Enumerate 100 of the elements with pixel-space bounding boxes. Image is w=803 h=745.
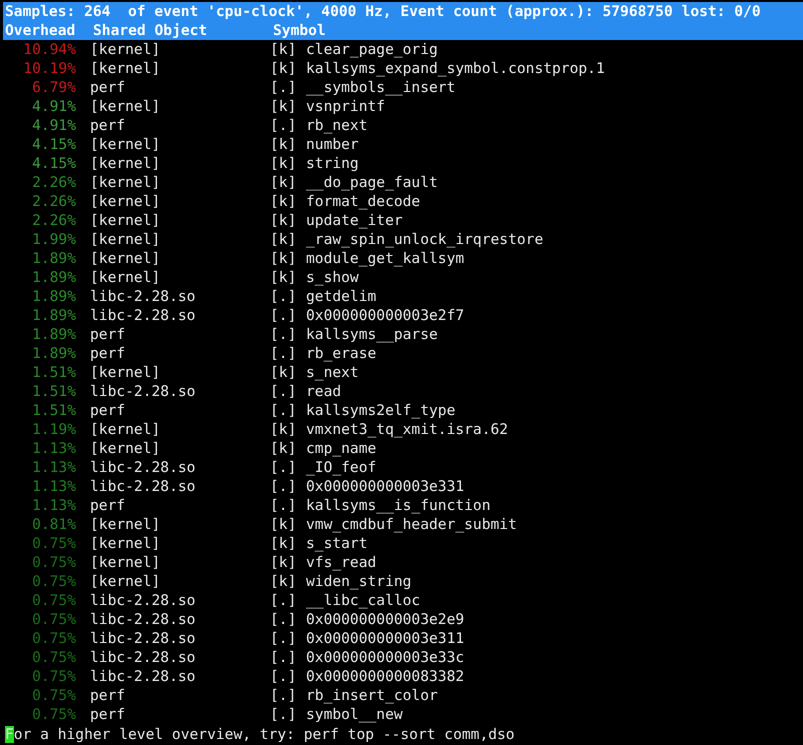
symbol-type: [k] <box>270 97 298 116</box>
symbol-type: [.] <box>270 610 298 629</box>
symbol-name: _IO_feof <box>306 458 376 477</box>
symbol-name: update_iter <box>306 211 403 230</box>
overhead-value: 1.89% <box>31 325 76 344</box>
symbol-type: [k] <box>270 192 298 211</box>
symbol-type: [.] <box>270 401 298 420</box>
shared-object: libc-2.28.so <box>90 477 196 496</box>
symbol-name: vmxnet3_tq_xmit.isra.62 <box>306 420 508 439</box>
symbol-type: [.] <box>270 591 298 610</box>
symbol-name: __do_page_fault <box>306 173 438 192</box>
symbol-type: [k] <box>270 534 298 553</box>
overhead-value: 1.89% <box>31 268 76 287</box>
shared-object: [kernel] <box>90 40 162 59</box>
symbol-type: [k] <box>270 59 298 78</box>
symbol-name: 0x000000000003e331 <box>306 477 464 496</box>
symbol-type: [k] <box>270 553 298 572</box>
overhead-value: 0.75% <box>31 534 76 553</box>
symbol-name: module_get_kallsym <box>306 249 464 268</box>
symbol-name: kallsyms2elf_type <box>306 401 456 420</box>
symbol-type: [.] <box>270 648 298 667</box>
overhead-value: 1.89% <box>31 249 76 268</box>
symbol-type: [k] <box>270 249 298 268</box>
shared-object: [kernel] <box>90 515 162 534</box>
symbol-name: __libc_calloc <box>306 591 420 610</box>
symbol-type: [.] <box>270 458 298 477</box>
shared-object: [kernel] <box>90 59 162 78</box>
symbol-name: vfs_read <box>306 553 376 572</box>
shared-object: libc-2.28.so <box>90 382 196 401</box>
symbol-type: [.] <box>270 496 298 515</box>
symbol-name: number <box>306 135 359 154</box>
symbol-name: kallsyms__parse <box>306 325 438 344</box>
symbol-type: [.] <box>270 78 298 97</box>
shared-object: [kernel] <box>90 572 162 591</box>
column-header: Overhead <box>4 21 76 40</box>
shared-object: perf <box>90 705 126 724</box>
shared-object: [kernel] <box>90 192 162 211</box>
shared-object: perf <box>90 116 126 135</box>
overhead-value: 6.79% <box>31 78 76 97</box>
overhead-value: 0.75% <box>31 629 76 648</box>
shared-object: [kernel] <box>90 211 162 230</box>
symbol-type: [k] <box>270 173 298 192</box>
overhead-value: 1.51% <box>31 382 76 401</box>
symbol-name: 0x000000000003e2e9 <box>306 610 464 629</box>
symbol-type: [k] <box>270 420 298 439</box>
shared-object: libc-2.28.so <box>90 591 196 610</box>
shared-object: libc-2.28.so <box>90 287 196 306</box>
overhead-value: 2.26% <box>31 192 76 211</box>
samples-summary: Samples: 264 of event 'cpu-clock', 4000 Hz, Event count (approx.): 57968750 lost: 0/0 <box>4 2 762 21</box>
symbol-type: [.] <box>270 667 298 686</box>
shared-object: perf <box>90 78 126 97</box>
symbol-type: [.] <box>270 344 298 363</box>
symbol-name: __symbols__insert <box>306 78 456 97</box>
symbol-name: clear_page_orig <box>306 40 438 59</box>
symbol-type: [.] <box>270 325 298 344</box>
column-header: Symbol <box>273 21 326 40</box>
shared-object: [kernel] <box>90 363 162 382</box>
overhead-value: 1.89% <box>31 287 76 306</box>
symbol-type: [k] <box>270 363 298 382</box>
symbol-name: format_decode <box>306 192 420 211</box>
shared-object: libc-2.28.so <box>90 648 196 667</box>
shared-object: [kernel] <box>90 268 162 287</box>
symbol-name: kallsyms_expand_symbol.constprop.1 <box>306 59 605 78</box>
symbol-name: getdelim <box>306 287 376 306</box>
symbol-type: [k] <box>270 268 298 287</box>
overhead-value: 4.15% <box>31 154 76 173</box>
overhead-value: 0.75% <box>31 610 76 629</box>
symbol-name: cmp_name <box>306 439 376 458</box>
overhead-value: 1.13% <box>31 477 76 496</box>
shared-object: [kernel] <box>90 420 162 439</box>
symbol-name: vsnprintf <box>306 97 386 116</box>
overhead-value: 1.13% <box>31 496 76 515</box>
shared-object: [kernel] <box>90 439 162 458</box>
symbol-name: rb_insert_color <box>306 686 438 705</box>
overhead-value: 1.51% <box>31 363 76 382</box>
symbol-type: [.] <box>270 287 298 306</box>
symbol-type: [.] <box>270 686 298 705</box>
symbol-name: string <box>306 154 359 173</box>
symbol-name: kallsyms__is_function <box>306 496 491 515</box>
symbol-name: 0x000000000003e311 <box>306 629 464 648</box>
overhead-value: 1.19% <box>31 420 76 439</box>
shared-object: [kernel] <box>90 135 162 154</box>
overhead-value: 4.91% <box>31 97 76 116</box>
overhead-value: 1.99% <box>31 230 76 249</box>
symbol-name: 0x0000000000083382 <box>306 667 464 686</box>
overhead-value: 1.51% <box>31 401 76 420</box>
overhead-value: 10.94% <box>22 40 76 59</box>
symbol-name: s_start <box>306 534 368 553</box>
symbol-name: s_show <box>306 268 359 287</box>
shared-object: perf <box>90 325 126 344</box>
overhead-value: 4.15% <box>31 135 76 154</box>
shared-object: [kernel] <box>90 97 162 116</box>
overhead-value: 10.19% <box>22 59 76 78</box>
symbol-name: vmw_cmdbuf_header_submit <box>306 515 517 534</box>
symbol-type: [k] <box>270 154 298 173</box>
overhead-value: 0.81% <box>31 515 76 534</box>
symbol-type: [k] <box>270 211 298 230</box>
symbol-type: [k] <box>270 40 298 59</box>
overhead-value: 1.89% <box>31 306 76 325</box>
symbol-name: rb_next <box>306 116 368 135</box>
